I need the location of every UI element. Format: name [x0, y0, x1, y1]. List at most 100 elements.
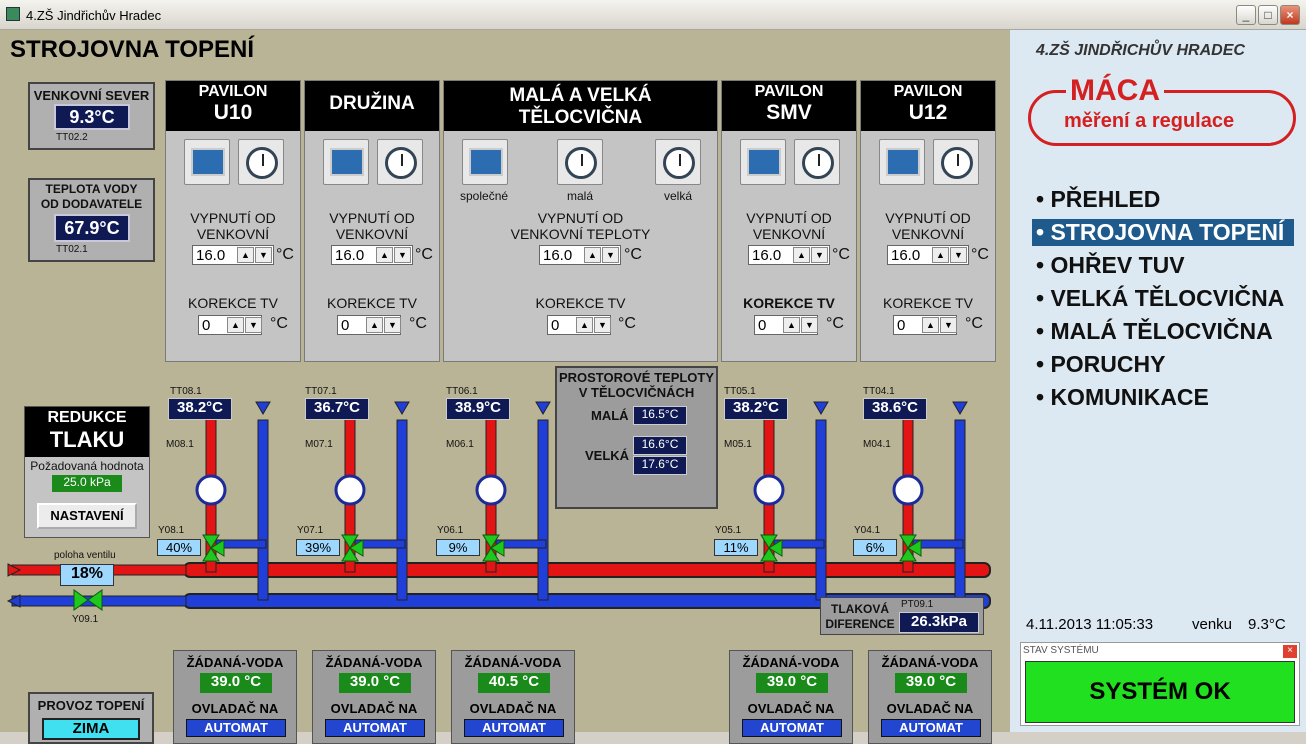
spin-down-button[interactable]: ▼ [394, 247, 411, 263]
menu-item-mala-telocvicna[interactable]: • MALÁ TĚLOCVIČNA [1032, 318, 1277, 345]
clock-icon [565, 147, 597, 179]
supply-temp-panel: TEPLOTA VODY OD DODAVATELE 67.9°C TT02.1 [28, 178, 155, 262]
korekce-spinbox[interactable]: 0 ▲ ▼ [893, 315, 957, 335]
vypnuti-spinbox[interactable]: 16.0 ▲ ▼ [331, 245, 413, 265]
korekce-spinbox[interactable]: 0 ▲ ▼ [547, 315, 611, 335]
spin-up-button[interactable]: ▲ [366, 317, 383, 333]
korekce-spinbox[interactable]: 0 ▲ ▼ [198, 315, 262, 335]
menu-item-ohrev-tuv[interactable]: • OHŘEV TUV [1032, 252, 1189, 279]
vypnuti-spinbox[interactable]: 16.0 ▲ ▼ [539, 245, 621, 265]
schedule-velka-button[interactable] [655, 139, 701, 185]
setpoint-label: ŽÁDANÁ-VODA [325, 655, 423, 670]
pavilion-name-1: PAVILON [198, 83, 268, 100]
spin-down-button[interactable]: ▼ [801, 317, 818, 333]
spin-up-button[interactable]: ▲ [932, 247, 949, 263]
heating-curve-button[interactable] [740, 139, 786, 185]
schedule-button[interactable] [377, 139, 423, 185]
screen-icon [191, 148, 225, 176]
korekce-label: KOREKCE TV [188, 295, 278, 311]
screen-icon [469, 148, 503, 176]
spin-up-button[interactable]: ▲ [227, 317, 244, 333]
clock-icon [385, 147, 417, 179]
schedule-button[interactable] [238, 139, 284, 185]
spin-up-button[interactable]: ▲ [783, 317, 800, 333]
vypnuti-spinbox[interactable]: 16.0 ▲ ▼ [748, 245, 830, 265]
close-icon[interactable]: × [1283, 645, 1297, 658]
app-icon [6, 7, 20, 21]
spin-down-button[interactable]: ▼ [940, 317, 957, 333]
spin-down-button[interactable]: ▼ [950, 247, 967, 263]
pressure-reduction-panel: REDUKCE TLAKU Požadovaná hodnota 25.0 kP… [24, 406, 150, 538]
spin-up-button[interactable]: ▲ [237, 247, 254, 263]
korekce-spinbox[interactable]: 0 ▲ ▼ [337, 315, 401, 335]
room-velka-label: VELKÁ [585, 448, 630, 463]
pavilion-header: PAVILON SMV [722, 81, 856, 131]
datetime: 4.11.2013 11:05:33 [1026, 616, 1154, 633]
spin-down-button[interactable]: ▼ [811, 247, 828, 263]
spin-down-button[interactable]: ▼ [602, 247, 619, 263]
heating-curve-button[interactable] [184, 139, 230, 185]
school-name: 4.ZŠ JINDŘICHŮV HRADEC [1036, 42, 1245, 59]
spin-down-button[interactable]: ▼ [594, 317, 611, 333]
room-velka-value-1: 16.6°C [633, 436, 687, 455]
pressure-diff-tag: PT09.1 [901, 599, 934, 610]
korekce-value: 0 [202, 317, 211, 334]
vypnuti-label-1: VYPNUTÍ OD [885, 210, 971, 226]
setpoint-value: 39.0 °C [756, 673, 828, 693]
side-panel: 4.ZŠ JINDŘICHŮV HRADEC MÁCA měření a reg… [1010, 30, 1306, 732]
korekce-label: KOREKCE TV [743, 295, 835, 311]
vypnuti-spinbox[interactable]: 16.0 ▲ ▼ [887, 245, 969, 265]
clock-icon [941, 147, 973, 179]
pressure-diff-title-1: TLAKOVÁ [831, 602, 889, 616]
setpoint-panel-u10: ŽÁDANÁ-VODA 39.0 °C OVLADAČ NA RA01 AUTO… [173, 650, 297, 744]
system-status-title: STAV SYSTÉMU [1023, 645, 1099, 656]
automat-button[interactable]: AUTOMAT [464, 719, 564, 737]
heating-curve-button[interactable] [879, 139, 925, 185]
schedule-button[interactable] [794, 139, 840, 185]
valve-position: 6% [853, 539, 897, 556]
automat-button[interactable]: AUTOMAT [881, 719, 981, 737]
schedule-mala-button[interactable] [557, 139, 603, 185]
nastaveni-button[interactable]: NASTAVENÍ [37, 503, 137, 529]
menu-item-komunikace[interactable]: • KOMUNIKACE [1032, 384, 1213, 411]
pavilion-name-2: DRUŽINA [329, 93, 415, 114]
setpoint-panel-u12: ŽÁDANÁ-VODA 39.0 °C OVLADAČ NA RA01 AUTO… [868, 650, 992, 744]
pavilion-panel-u10: PAVILON U10 VYPNUTÍ OD VENKOVNÍ TEPLOTY … [165, 80, 301, 362]
spin-down-button[interactable]: ▼ [245, 317, 262, 333]
heating-curve-button[interactable] [462, 139, 508, 185]
korekce-spinbox[interactable]: 0 ▲ ▼ [754, 315, 818, 335]
temp-tag: TT04.1 [863, 386, 895, 397]
spin-up-button[interactable]: ▲ [584, 247, 601, 263]
vypnuti-spinbox[interactable]: 16.0 ▲ ▼ [192, 245, 274, 265]
outdoor-label: VENKOVNÍ SEVER [33, 88, 150, 103]
minimize-button[interactable]: _ [1236, 5, 1256, 25]
menu-item-poruchy[interactable]: • PORUCHY [1032, 351, 1169, 378]
pavilion-name-2: SMV [766, 101, 812, 124]
setpoint-panel-telocvicna: ŽÁDANÁ-VODA 40.5 °C OVLADAČ NA RA01 AUTO… [451, 650, 575, 744]
setpoint-panel-druzina: ŽÁDANÁ-VODA 39.0 °C OVLADAČ NA RA01 AUTO… [312, 650, 436, 744]
heating-curve-button[interactable] [323, 139, 369, 185]
heating-mode-value[interactable]: ZIMA [42, 718, 140, 740]
menu-item-velka-telocvicna[interactable]: • VELKÁ TĚLOCVIČNA [1032, 285, 1288, 312]
automat-button[interactable]: AUTOMAT [742, 719, 842, 737]
icon-label-mala: malá [567, 189, 594, 203]
spin-up-button[interactable]: ▲ [376, 247, 393, 263]
clock-icon [802, 147, 834, 179]
pavilion-header: PAVILON U12 [861, 81, 995, 131]
close-button[interactable]: × [1280, 5, 1300, 25]
automat-button[interactable]: AUTOMAT [186, 719, 286, 737]
automat-button[interactable]: AUTOMAT [325, 719, 425, 737]
spin-down-button[interactable]: ▼ [384, 317, 401, 333]
pressure-diff-title-2: DIFERENCE [825, 617, 895, 631]
schedule-button[interactable] [933, 139, 979, 185]
spin-up-button[interactable]: ▲ [793, 247, 810, 263]
spin-down-button[interactable]: ▼ [255, 247, 272, 263]
menu-item-strojovna[interactable]: • STROJOVNA TOPENÍ [1032, 219, 1294, 246]
pavilion-header: PAVILON U10 [166, 81, 300, 131]
spin-up-button[interactable]: ▲ [922, 317, 939, 333]
pavilion-panel-u12: PAVILON U12 VYPNUTÍ OD VENKOVNÍ TEPLOTY … [860, 80, 996, 362]
spin-up-button[interactable]: ▲ [576, 317, 593, 333]
menu-item-prehled[interactable]: • PŘEHLED [1032, 186, 1164, 213]
required-value: 25.0 kPa [52, 475, 122, 492]
maximize-button[interactable]: □ [1258, 5, 1278, 25]
